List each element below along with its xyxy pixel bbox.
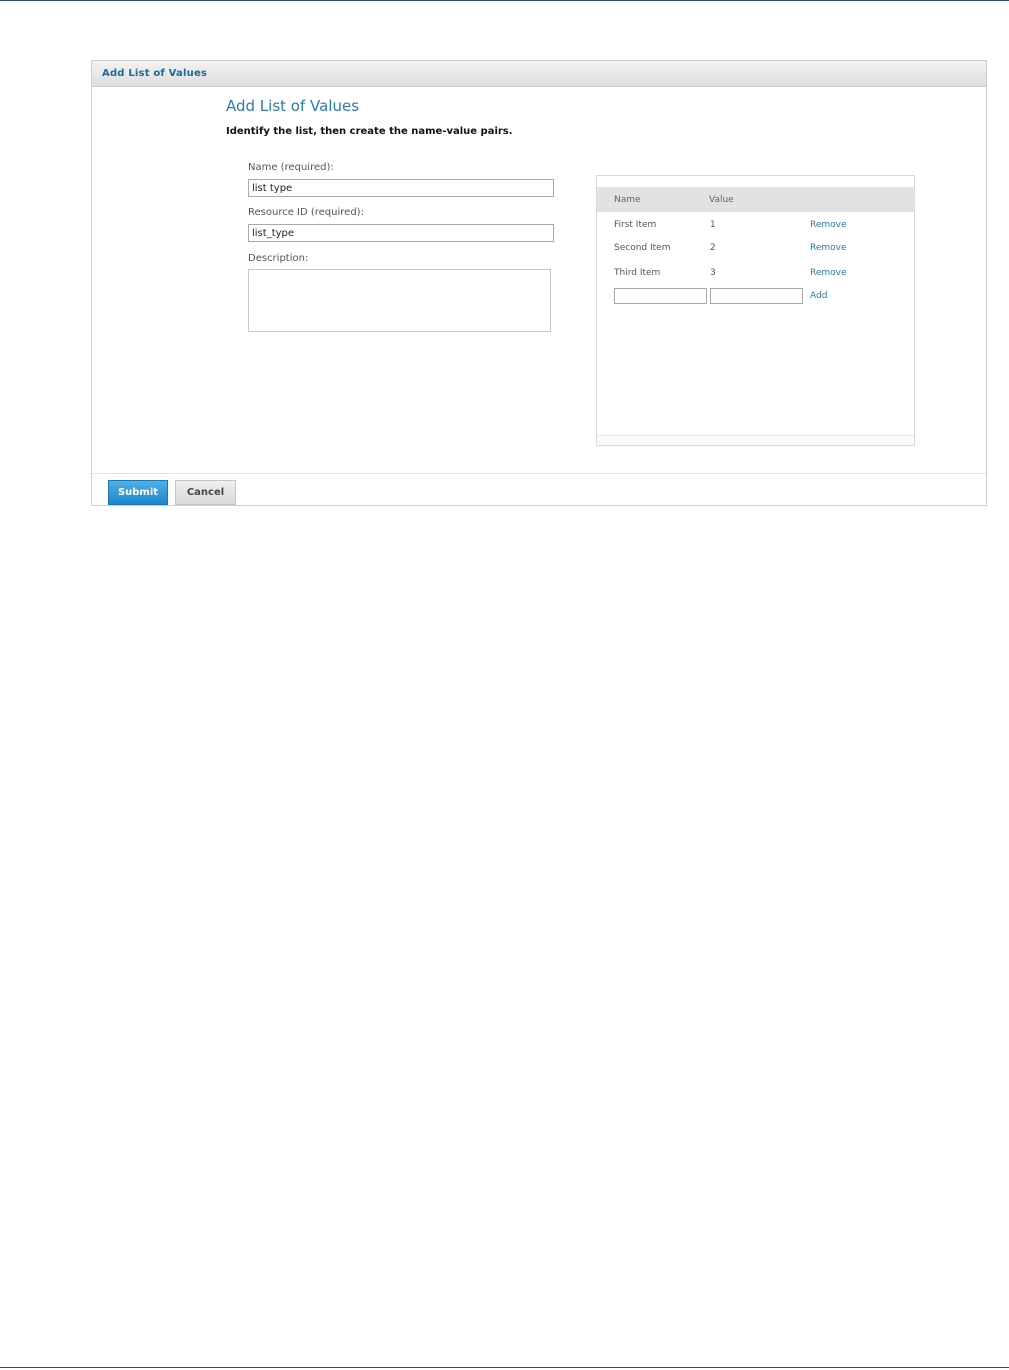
resource-id-input[interactable]	[248, 224, 554, 242]
panel-header: Add List of Values	[92, 61, 986, 87]
description-textarea[interactable]	[248, 269, 551, 332]
table-row: Second Item 2 Remove	[597, 243, 914, 259]
row-name: First Item	[614, 220, 657, 230]
add-link[interactable]: Add	[810, 291, 827, 301]
row-value: 3	[710, 268, 716, 278]
row-name: Third Item	[614, 268, 661, 278]
row-value: 2	[710, 243, 716, 253]
instructions-text: Identify the list, then create the name-…	[226, 126, 513, 137]
name-input[interactable]	[248, 179, 554, 197]
resource-id-label: Resource ID (required):	[248, 207, 364, 218]
column-header-value: Value	[709, 195, 734, 205]
row-value: 1	[710, 220, 716, 230]
panel-header-title: Add List of Values	[102, 68, 208, 79]
submit-button[interactable]: Submit	[108, 480, 168, 505]
table-row: Third Item 3 Remove	[597, 268, 914, 284]
bottom-rule	[0, 1367, 1009, 1368]
name-label: Name (required):	[248, 162, 334, 173]
new-value-input[interactable]	[710, 288, 803, 304]
top-rule	[0, 0, 1009, 1]
column-header-name: Name	[614, 195, 641, 205]
footer-divider	[92, 473, 986, 474]
row-name: Second Item	[614, 243, 671, 253]
cancel-button[interactable]: Cancel	[175, 480, 236, 505]
add-list-of-values-panel: Add List of Values Add List of Values Id…	[91, 60, 987, 506]
description-label: Description:	[248, 253, 309, 264]
values-table-footer	[597, 435, 914, 445]
page-title: Add List of Values	[226, 97, 360, 115]
values-table-header: Name Value	[597, 187, 914, 212]
values-table: Name Value First Item 1 Remove Second It…	[596, 175, 915, 446]
table-row: First Item 1 Remove	[597, 220, 914, 236]
new-name-input[interactable]	[614, 288, 707, 304]
remove-link[interactable]: Remove	[810, 243, 847, 253]
remove-link[interactable]: Remove	[810, 268, 847, 278]
remove-link[interactable]: Remove	[810, 220, 847, 230]
